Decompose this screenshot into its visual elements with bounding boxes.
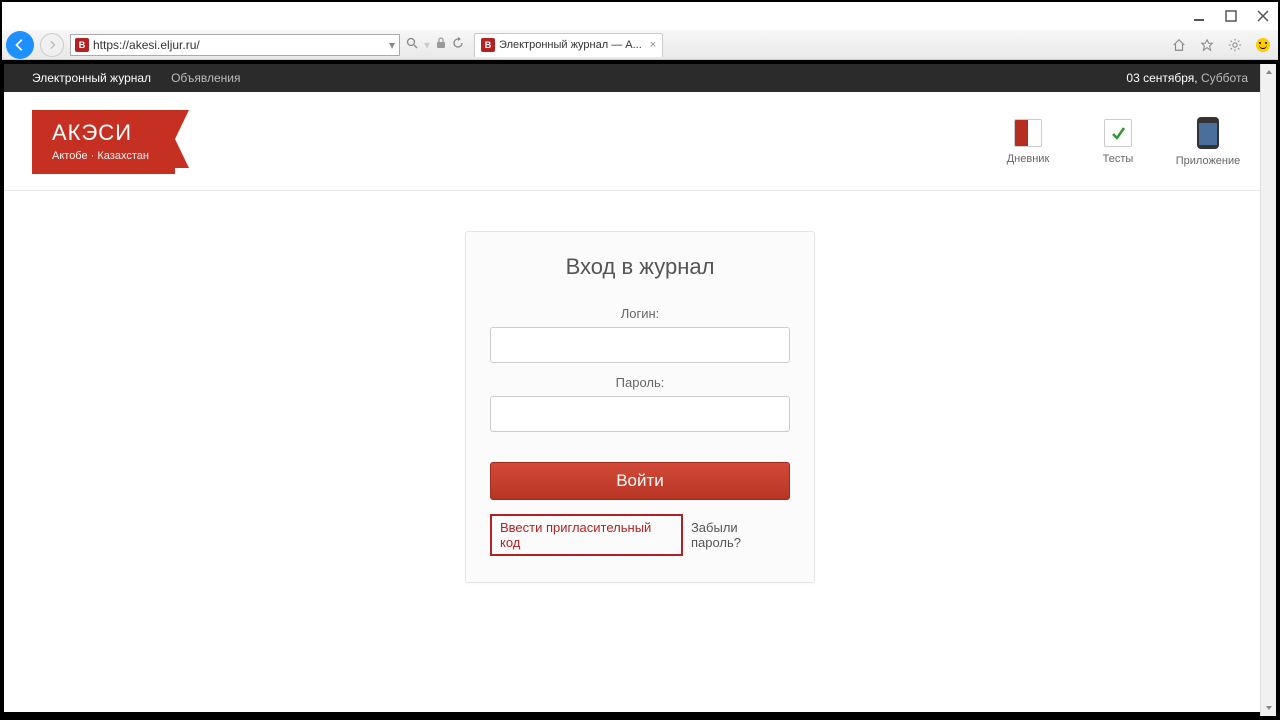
scrollbar[interactable]	[1260, 64, 1276, 716]
password-input[interactable]	[490, 396, 790, 432]
app-mobile[interactable]: Приложение	[1168, 117, 1248, 167]
dropdown-icon[interactable]: ▾	[389, 38, 395, 52]
bottom-bar	[4, 712, 1260, 716]
page-content: Электронный журнал Объявления 03 сентябр…	[4, 64, 1276, 716]
current-date: 03 сентября, Суббота	[1126, 71, 1248, 85]
browser-toolbar: B https://akesi.eljur.ru/ ▾ ▾ B Электрон…	[2, 30, 1278, 60]
login-heading: Вход в журнал	[490, 254, 790, 280]
close-button[interactable]	[1256, 9, 1270, 23]
login-card: Вход в журнал Логин: Пароль: Войти Ввест…	[465, 231, 815, 583]
app-diary[interactable]: Дневник	[988, 119, 1068, 165]
search-icon[interactable]	[406, 37, 418, 52]
login-section: Вход в журнал Логин: Пароль: Войти Ввест…	[4, 191, 1276, 623]
login-label: Логин:	[490, 306, 790, 321]
address-controls: ▾	[406, 37, 464, 52]
settings-icon[interactable]	[1227, 37, 1243, 53]
favorites-icon[interactable]	[1199, 37, 1215, 53]
app-diary-label: Дневник	[988, 153, 1068, 165]
school-ribbon: АКЭСИ Актобе · Казахстан	[32, 110, 175, 174]
login-links: Ввести пригласительный код Забыли пароль…	[490, 514, 790, 556]
tab-close-icon[interactable]: ×	[650, 39, 656, 51]
site-navbar: Электронный журнал Объявления 03 сентябр…	[4, 64, 1276, 92]
diary-icon	[1014, 119, 1042, 147]
invite-code-link[interactable]: Ввести пригласительный код	[490, 514, 683, 556]
app-mobile-label: Приложение	[1168, 155, 1248, 167]
address-bar[interactable]: B https://akesi.eljur.ru/ ▾	[70, 34, 400, 56]
mobile-icon	[1197, 117, 1219, 149]
titlebar	[2, 2, 1278, 30]
login-input[interactable]	[490, 327, 790, 363]
refresh-icon[interactable]	[452, 37, 464, 52]
password-label: Пароль:	[490, 375, 790, 390]
maximize-button[interactable]	[1224, 9, 1238, 23]
login-button[interactable]: Войти	[490, 462, 790, 500]
nav-journal[interactable]: Электронный журнал	[32, 71, 151, 85]
window-frame: B https://akesi.eljur.ru/ ▾ ▾ B Электрон…	[0, 0, 1280, 720]
scroll-up-button[interactable]	[1261, 64, 1276, 80]
scroll-down-button[interactable]	[1261, 700, 1276, 716]
tab-site-icon: B	[481, 38, 495, 52]
nav-forward-button[interactable]	[40, 33, 64, 57]
nav-back-button[interactable]	[6, 31, 34, 59]
tab-title: Электронный журнал — А...	[499, 39, 642, 51]
url-text: https://akesi.eljur.ru/	[93, 38, 385, 52]
school-subtitle: Актобе · Казахстан	[52, 150, 149, 162]
app-tests[interactable]: Тесты	[1078, 119, 1158, 165]
page-header: АКЭСИ Актобе · Казахстан Дневник Тесты П…	[4, 92, 1276, 191]
school-title: АКЭСИ	[52, 120, 149, 146]
lock-icon[interactable]	[436, 37, 446, 52]
smile-icon[interactable]	[1255, 37, 1271, 53]
site-icon: B	[75, 38, 89, 52]
forgot-password-link[interactable]: Забыли пароль?	[691, 520, 790, 550]
tests-icon	[1104, 119, 1132, 147]
app-tests-label: Тесты	[1078, 153, 1158, 165]
browser-tab[interactable]: B Электронный журнал — А... ×	[474, 33, 663, 57]
home-icon[interactable]	[1171, 37, 1187, 53]
minimize-button[interactable]	[1192, 9, 1206, 23]
nav-announcements[interactable]: Объявления	[171, 71, 240, 85]
